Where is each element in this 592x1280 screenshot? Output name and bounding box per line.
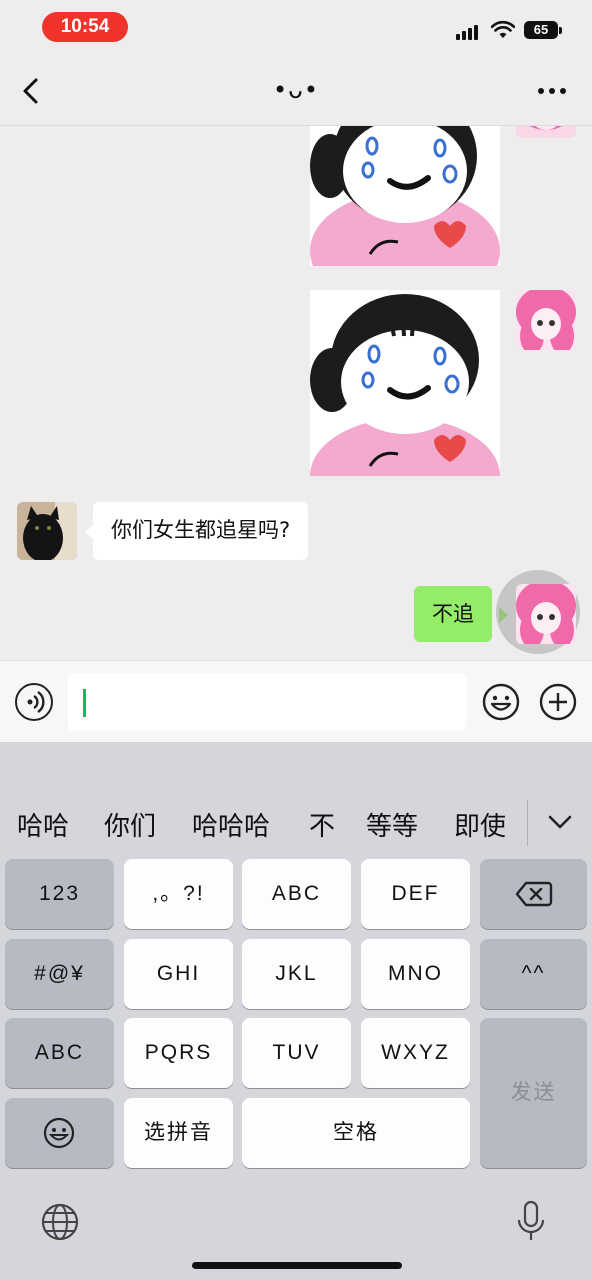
contact-avatar[interactable] <box>17 502 77 560</box>
sticker-message[interactable] <box>310 290 500 476</box>
emoji-icon <box>43 1117 75 1149</box>
keyboard: 哈哈 你们 哈哈哈 不 等等 即使 123 ,。?! ABC DEF #@¥ G… <box>0 742 592 1280</box>
candidate-word[interactable]: 哈哈哈 <box>192 806 270 843</box>
message-input[interactable] <box>68 673 466 731</box>
chat-title: •ᴗ• <box>273 76 319 104</box>
microphone-icon[interactable] <box>516 1200 546 1244</box>
key-123[interactable]: 123 <box>5 859 114 929</box>
key-wxyz[interactable]: WXYZ <box>361 1018 470 1088</box>
input-bar <box>0 660 592 742</box>
plus-icon[interactable] <box>539 683 577 721</box>
home-indicator <box>192 1262 402 1269</box>
status-time[interactable]: 10:54 <box>42 12 128 42</box>
key-def[interactable]: DEF <box>361 859 470 929</box>
battery-cap <box>559 27 562 34</box>
key-pinyin[interactable]: 选拼音 <box>124 1098 233 1168</box>
status-bar: 10:54 65 <box>0 0 592 56</box>
key-tuv[interactable]: TUV <box>242 1018 351 1088</box>
emoji-key[interactable] <box>5 1098 114 1168</box>
crying-girl-sticker <box>310 290 500 476</box>
backspace-icon <box>515 881 553 907</box>
text-caret <box>83 689 86 717</box>
key-pqrs[interactable]: PQRS <box>124 1018 233 1088</box>
key-emoticon[interactable]: ^^ <box>480 939 587 1009</box>
key-symbols[interactable]: #@¥ <box>5 939 114 1009</box>
key-ghi[interactable]: GHI <box>124 939 233 1009</box>
chevron-down-icon[interactable] <box>546 812 574 832</box>
key-jkl[interactable]: JKL <box>242 939 351 1009</box>
candidate-bar: 哈哈 你们 哈哈哈 不 等等 即使 <box>0 790 592 858</box>
key-punctuation[interactable]: ,。?! <box>124 859 233 929</box>
send-key[interactable]: 发送 <box>480 1018 587 1168</box>
battery-icon: 65 <box>524 21 558 39</box>
my-avatar[interactable] <box>516 584 576 644</box>
my-avatar[interactable] <box>516 290 576 350</box>
sticker-message[interactable] <box>310 126 500 266</box>
chat-header: •ᴗ• <box>0 56 592 126</box>
backspace-key[interactable] <box>480 859 587 929</box>
candidate-word[interactable]: 即使 <box>454 806 506 843</box>
candidate-divider <box>527 800 528 846</box>
wifi-icon <box>491 20 515 38</box>
message-list[interactable]: 你们女生都追星吗? 不追 <box>0 126 592 660</box>
candidate-word[interactable]: 等等 <box>366 806 418 843</box>
emoji-icon[interactable] <box>482 683 520 721</box>
globe-icon[interactable] <box>40 1202 80 1242</box>
crying-girl-sticker <box>310 126 500 266</box>
candidate-word[interactable]: 你们 <box>104 806 156 843</box>
outgoing-message[interactable]: 不追 <box>414 586 492 642</box>
more-icon[interactable] <box>536 79 568 103</box>
candidate-word[interactable]: 不 <box>309 806 335 843</box>
signal-icon <box>456 22 482 40</box>
key-abc-mode[interactable]: ABC <box>5 1018 114 1088</box>
incoming-message[interactable]: 你们女生都追星吗? <box>93 502 309 560</box>
space-key[interactable]: 空格 <box>242 1098 470 1168</box>
my-avatar[interactable] <box>516 126 576 138</box>
key-abc[interactable]: ABC <box>242 859 351 929</box>
key-mno[interactable]: MNO <box>361 939 470 1009</box>
voice-icon[interactable] <box>15 683 53 721</box>
candidate-word[interactable]: 哈哈 <box>17 806 69 843</box>
